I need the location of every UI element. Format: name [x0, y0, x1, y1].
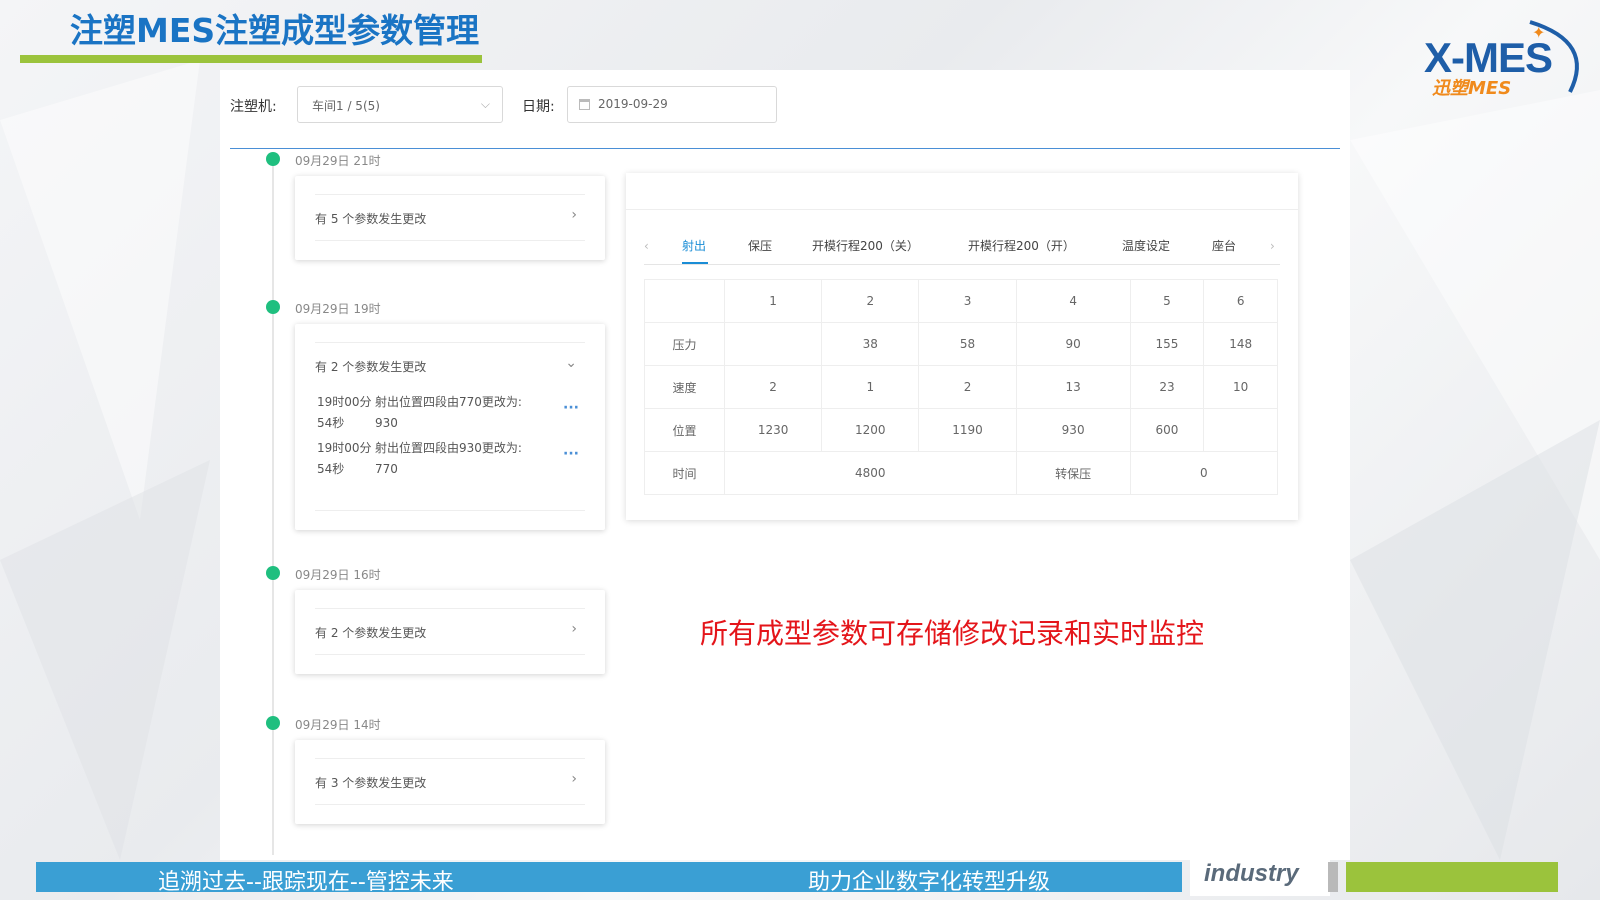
change-detail: 19时00分 射出位置四段由770更改为: 54秒 930	[317, 395, 522, 430]
table-row: 位置 1230 1200 1190 930 600	[644, 408, 1278, 452]
tab-hold-pressure[interactable]: 保压	[748, 237, 772, 254]
date-picker[interactable]: 2019-09-29	[567, 86, 777, 123]
timeline-dot	[266, 152, 280, 166]
tab-mold-close[interactable]: 开模行程200（关）	[812, 237, 919, 254]
title-underline	[20, 55, 482, 63]
timeline-time: 09月29日 16时	[295, 568, 381, 582]
footer-slogan-left: 追溯过去--跟踪现在--管控未来	[158, 870, 454, 895]
parameter-panel: ‹ 射出 保压 开模行程200（关） 开模行程200（开） 温度设定 座台 › …	[626, 173, 1298, 520]
change-summary: 有 3 个参数发生更改	[315, 776, 427, 790]
slide-caption: 所有成型参数可存储修改记录和实时监控	[700, 617, 1205, 650]
chevron-right-icon[interactable]: ›	[1270, 239, 1275, 253]
date-label: 日期:	[522, 99, 555, 115]
chevron-right-icon[interactable]: ›	[571, 771, 577, 787]
tab-mold-open[interactable]: 开模行程200（开）	[968, 237, 1075, 254]
timeline-line	[272, 165, 274, 855]
tab-carriage[interactable]: 座台	[1212, 237, 1236, 254]
timeline-dot	[266, 716, 280, 730]
timeline-card[interactable]: 有 2 个参数发生更改 ›	[295, 590, 605, 674]
timeline-dot	[266, 300, 280, 314]
parameter-table: 1 2 3 4 5 6 压力 38 58 90 155 148 速度 2 1 2	[644, 279, 1279, 495]
footer-slogan-right: 助力企业数字化转型升级	[808, 870, 1051, 895]
change-summary: 有 5 个参数发生更改	[315, 212, 427, 226]
timeline-time: 09月29日 21时	[295, 154, 381, 168]
footer-accent	[1346, 862, 1558, 892]
footer-brand-logo: industry	[1190, 858, 1330, 896]
app-window: 注塑机: 车间1 / 5(5) ⌵ 日期: 2019-09-29 09月29日 …	[220, 70, 1350, 860]
change-detail: 19时00分 射出位置四段由930更改为: 54秒 770	[317, 441, 522, 476]
tab-temperature[interactable]: 温度设定	[1122, 237, 1170, 254]
timeline-card[interactable]: 有 5 个参数发生更改 ›	[295, 176, 605, 260]
calendar-icon	[579, 99, 590, 110]
divider	[230, 148, 1340, 149]
machine-select[interactable]: 车间1 / 5(5) ⌵	[297, 86, 503, 123]
table-header-row: 1 2 3 4 5 6	[644, 279, 1278, 323]
machine-label: 注塑机:	[230, 99, 277, 115]
brand-logo: ✦ X-MES 迅塑MES	[1420, 12, 1590, 102]
slide-title: 注塑MES注塑成型参数管理	[70, 11, 480, 50]
table-row: 速度 2 1 2 13 23 10	[644, 365, 1278, 409]
footer-divider	[1328, 862, 1338, 892]
tab-active-indicator	[682, 262, 708, 264]
table-row: 时间 4800 转保压 0	[644, 451, 1279, 495]
chevron-right-icon[interactable]: ›	[571, 207, 577, 223]
timeline-time: 09月29日 14时	[295, 718, 381, 732]
chevron-right-icon[interactable]: ›	[571, 621, 577, 637]
change-summary: 有 2 个参数发生更改	[315, 626, 427, 640]
filter-bar: 注塑机: 车间1 / 5(5) ⌵ 日期: 2019-09-29	[220, 70, 1350, 148]
timeline-card-expanded[interactable]: 有 2 个参数发生更改 ⌄ 19时00分 射出位置四段由770更改为: 54秒 93…	[295, 324, 605, 530]
table-row: 压力 38 58 90 155 148	[644, 322, 1278, 366]
chevron-down-icon: ⌵	[480, 97, 490, 111]
more-icon[interactable]: ···	[563, 400, 579, 416]
change-summary: 有 2 个参数发生更改	[315, 360, 427, 374]
timeline-card[interactable]: 有 3 个参数发生更改 ›	[295, 740, 605, 824]
more-icon[interactable]: ···	[563, 446, 579, 462]
timeline-time: 09月29日 19时	[295, 302, 381, 316]
chevron-down-icon[interactable]: ⌄	[565, 355, 577, 371]
chevron-left-icon[interactable]: ‹	[644, 239, 649, 253]
parameter-tabs: ‹ 射出 保压 开模行程200（关） 开模行程200（开） 温度设定 座台 ›	[644, 237, 1280, 265]
tab-injection[interactable]: 射出	[682, 237, 706, 254]
timeline-dot	[266, 566, 280, 580]
